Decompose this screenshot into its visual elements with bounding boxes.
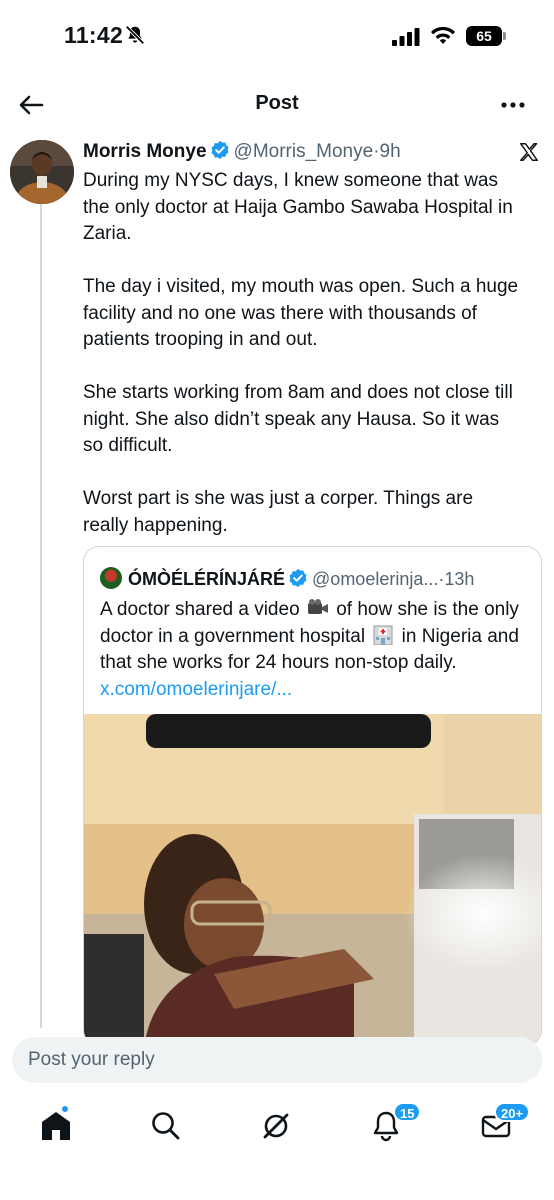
cellular-signal-icon [392, 28, 420, 46]
more-options-icon[interactable] [498, 92, 528, 118]
battery-indicator: 65 [466, 26, 506, 46]
author-name[interactable]: Morris Monye [83, 141, 207, 162]
quoted-text-part: A doctor shared a video [100, 599, 300, 620]
avatar-photo [10, 140, 74, 204]
battery-cap [503, 32, 506, 40]
bottom-navigation: 15 20+ [0, 1090, 554, 1200]
video-thumbnail [84, 714, 541, 1045]
status-time: 11:42 [64, 22, 124, 48]
home-icon[interactable] [38, 1108, 74, 1144]
tweet-paragraph: The day i visited, my mouth was open. Su… [83, 276, 519, 350]
quoted-author-name: ÓMÒÉLÉRÍNJÁRÉ [128, 569, 286, 589]
quoted-post-header: ÓMÒÉLÉRÍNJÁRÉ @omoelerinja...·13h [100, 567, 530, 591]
reply-input[interactable]: Post your reply [12, 1037, 542, 1083]
video-camera-emoji-icon [307, 599, 328, 614]
quoted-post-time: 13h [444, 569, 475, 589]
verified-badge-icon [210, 140, 229, 160]
x-logo-icon [520, 143, 538, 161]
grok-icon[interactable] [258, 1108, 294, 1144]
home-notification-dot [60, 1104, 70, 1114]
quoted-post-link[interactable]: x.com/omoelerinjare/... [100, 679, 292, 700]
tweet-paragraph: She starts working from 8am and does not… [83, 382, 513, 456]
post-time: 9h [379, 141, 401, 162]
messages-badge: 20+ [494, 1102, 531, 1122]
battery-level: 65 [466, 26, 502, 46]
tweet-body: During my NYSC days, I knew someone that… [83, 168, 523, 539]
thread-line [40, 178, 42, 1028]
bell-slash-icon [125, 25, 145, 45]
search-icon[interactable] [148, 1108, 184, 1144]
hospital-emoji-icon [373, 625, 393, 645]
author-avatar[interactable] [10, 140, 74, 204]
quoted-author-avatar [100, 567, 122, 589]
page-title: Post [255, 92, 299, 114]
status-bar: 11:42 65 [0, 0, 554, 72]
quoted-author-handle: @omoelerinja... [312, 569, 439, 589]
quoted-video-media[interactable] [84, 714, 541, 1045]
wifi-icon [431, 26, 455, 44]
tweet-paragraph: Worst part is she was just a corper. Thi… [83, 488, 474, 536]
verified-badge-icon [289, 568, 307, 588]
reply-placeholder: Post your reply [28, 1049, 155, 1070]
author-handle[interactable]: @Morris_Monye [234, 141, 374, 162]
tweet-header: Morris Monye @Morris_Monye·9h [83, 140, 523, 166]
post-header: Post [0, 80, 554, 130]
quoted-post[interactable]: ÓMÒÉLÉRÍNJÁRÉ @omoelerinja...·13h A docto… [83, 546, 542, 1046]
tweet-paragraph: During my NYSC days, I knew someone that… [83, 170, 513, 244]
notifications-badge: 15 [393, 1102, 422, 1122]
quoted-post-body: A doctor shared a video of how she is th… [100, 597, 528, 703]
